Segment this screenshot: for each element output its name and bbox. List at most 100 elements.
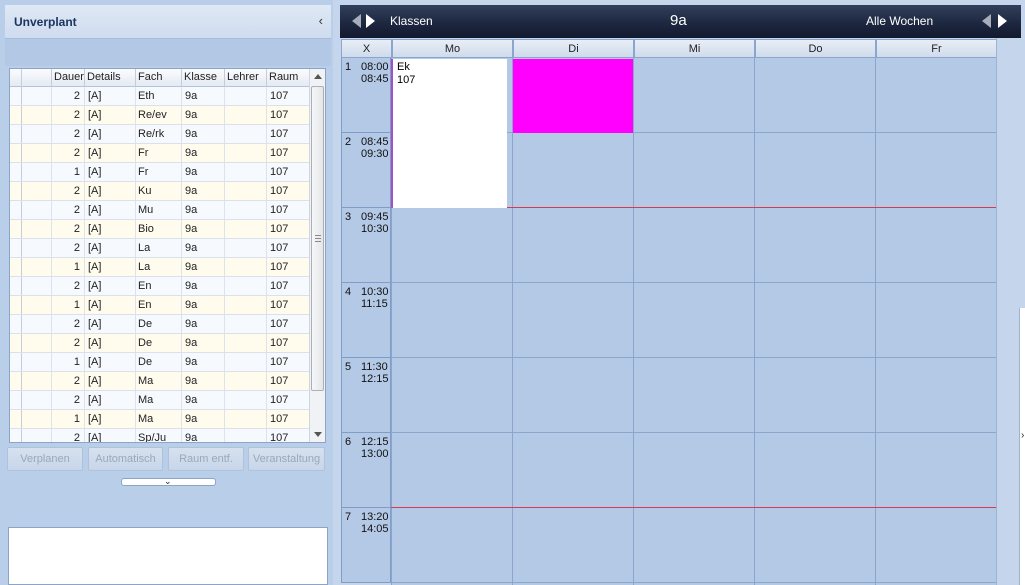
row-selector — [10, 239, 22, 257]
table-row[interactable]: 2 [A] Re/ev 9a 107 — [10, 106, 310, 125]
period-cell: 6 12:15 13:00 — [341, 433, 391, 508]
cell-fach: En — [136, 277, 182, 295]
day-header-di[interactable]: Di — [513, 39, 634, 58]
scroll-down-icon[interactable] — [314, 432, 322, 437]
table-row[interactable]: 1 [A] La 9a 107 — [10, 258, 310, 277]
cell-raum: 107 — [267, 87, 310, 105]
table-row[interactable]: 1 [A] Ma 9a 107 — [10, 410, 310, 429]
day-column-do[interactable] — [754, 58, 875, 585]
cell-klasse: 9a — [182, 87, 225, 105]
side-panel-edge[interactable] — [1019, 308, 1025, 585]
table-row[interactable]: 2 [A] Fr 9a 107 — [10, 144, 310, 163]
day-header-do[interactable]: Do — [755, 39, 876, 58]
scroll-up-icon[interactable] — [314, 74, 322, 79]
previous-type-icon[interactable] — [352, 14, 361, 28]
cell-lehrer — [225, 182, 267, 200]
group-cell — [22, 201, 52, 219]
column-header-fach[interactable]: Fach — [136, 69, 182, 87]
row-selector — [10, 182, 22, 200]
cell-raum: 107 — [267, 182, 310, 200]
table-row[interactable]: 2 [A] Eth 9a 107 — [10, 87, 310, 106]
day-header-mo[interactable]: Mo — [392, 39, 513, 58]
cell-raum: 107 — [267, 334, 310, 352]
grid-scrollbar[interactable] — [309, 69, 325, 442]
group-cell — [22, 220, 52, 238]
table-row[interactable]: 2 [A] En 9a 107 — [10, 277, 310, 296]
table-row[interactable]: 2 [A] Sp/Ju 9a 107 — [10, 429, 310, 442]
lesson-block[interactable]: Ek 107 — [391, 59, 507, 208]
highlighted-slot[interactable] — [513, 59, 633, 133]
break-line — [391, 507, 996, 508]
table-row[interactable]: 2 [A] Ma 9a 107 — [10, 372, 310, 391]
verplanen-button[interactable]: Verplanen — [7, 447, 83, 471]
automatisch-button[interactable]: Automatisch — [88, 447, 163, 471]
column-header-raum[interactable]: Raum — [267, 69, 310, 87]
column-header-dauer[interactable]: Dauer — [52, 69, 85, 87]
table-row[interactable]: 2 [A] Ku 9a 107 — [10, 182, 310, 201]
cell-klasse: 9a — [182, 372, 225, 390]
table-row[interactable]: 1 [A] En 9a 107 — [10, 296, 310, 315]
day-column-fr[interactable] — [875, 58, 996, 585]
period-end: 13:00 — [361, 448, 389, 460]
weeks-label[interactable]: Alle Wochen — [866, 14, 933, 28]
scrollbar-thumb[interactable] — [311, 86, 324, 391]
unplanned-panel-header: Unverplant ‹ — [5, 5, 331, 39]
cell-details: [A] — [85, 182, 136, 200]
cell-raum: 107 — [267, 220, 310, 238]
table-row[interactable]: 2 [A] La 9a 107 — [10, 239, 310, 258]
cell-lehrer — [225, 391, 267, 409]
column-header-klasse[interactable]: Klasse — [182, 69, 225, 87]
column-header-details[interactable]: Details — [85, 69, 136, 87]
table-row[interactable]: 1 [A] De 9a 107 — [10, 353, 310, 372]
view-type-label[interactable]: Klassen — [390, 14, 433, 28]
cell-lehrer — [225, 144, 267, 162]
table-row[interactable]: 2 [A] De 9a 107 — [10, 315, 310, 334]
day-column-di[interactable] — [512, 58, 633, 585]
next-week-icon[interactable] — [998, 14, 1007, 28]
cell-klasse: 9a — [182, 239, 225, 257]
chevron-right-icon[interactable]: › — [1021, 430, 1024, 441]
cell-dauer: 2 — [52, 201, 85, 219]
period-times: 08:00 08:45 — [361, 61, 389, 85]
group-column-header — [22, 69, 52, 87]
previous-week-icon[interactable] — [982, 14, 991, 28]
period-separator — [391, 357, 996, 358]
group-cell — [22, 182, 52, 200]
cell-dauer: 2 — [52, 372, 85, 390]
table-row[interactable]: 1 [A] Fr 9a 107 — [10, 163, 310, 182]
day-column-mi[interactable] — [633, 58, 754, 585]
cell-fach: Re/ev — [136, 106, 182, 124]
cell-fach: Mu — [136, 201, 182, 219]
unplanned-panel: Unverplant ‹ Dauer Details Fach Klasse L… — [0, 0, 333, 585]
period-number: 7 — [345, 511, 352, 523]
cell-dauer: 2 — [52, 277, 85, 295]
group-cell — [22, 239, 52, 257]
panel-splitter[interactable]: ⌄ — [121, 476, 216, 486]
table-row[interactable]: 2 [A] De 9a 107 — [10, 334, 310, 353]
table-row[interactable]: 2 [A] Re/rk 9a 107 — [10, 125, 310, 144]
collapse-panel-icon[interactable]: ‹ — [319, 13, 323, 28]
cell-lehrer — [225, 372, 267, 390]
timetable-scrollbar[interactable] — [996, 38, 1020, 585]
cell-details: [A] — [85, 277, 136, 295]
raum-entfernen-button[interactable]: Raum entf. — [168, 447, 244, 471]
table-row[interactable]: 2 [A] Ma 9a 107 — [10, 391, 310, 410]
cell-dauer: 1 — [52, 163, 85, 181]
column-header-lehrer[interactable]: Lehrer — [225, 69, 267, 87]
period-end: 08:45 — [361, 73, 389, 85]
table-row[interactable]: 2 [A] Bio 9a 107 — [10, 220, 310, 239]
day-header-mi[interactable]: Mi — [634, 39, 755, 58]
next-type-icon[interactable] — [366, 14, 375, 28]
cell-klasse: 9a — [182, 144, 225, 162]
period-cell: 4 10:30 11:15 — [341, 283, 391, 358]
table-row[interactable]: 2 [A] Mu 9a 107 — [10, 201, 310, 220]
cell-details: [A] — [85, 334, 136, 352]
timetable-grid: X Mo Di Mi Do Fr 1 08:00 08:45 2 08:45 09:30 3 09:4… — [341, 39, 997, 585]
grid-rows: 2 [A] Eth 9a 107 2 [A] Re/ev 9a 107 2 [A] Re/rk 9a 107… — [10, 87, 310, 442]
cell-lehrer — [225, 429, 267, 442]
cell-raum: 107 — [267, 258, 310, 276]
veranstaltung-button[interactable]: Veranstaltung — [248, 447, 325, 471]
day-header-fr[interactable]: Fr — [876, 39, 997, 58]
period-end: 11:15 — [361, 298, 388, 310]
cell-details: [A] — [85, 106, 136, 124]
